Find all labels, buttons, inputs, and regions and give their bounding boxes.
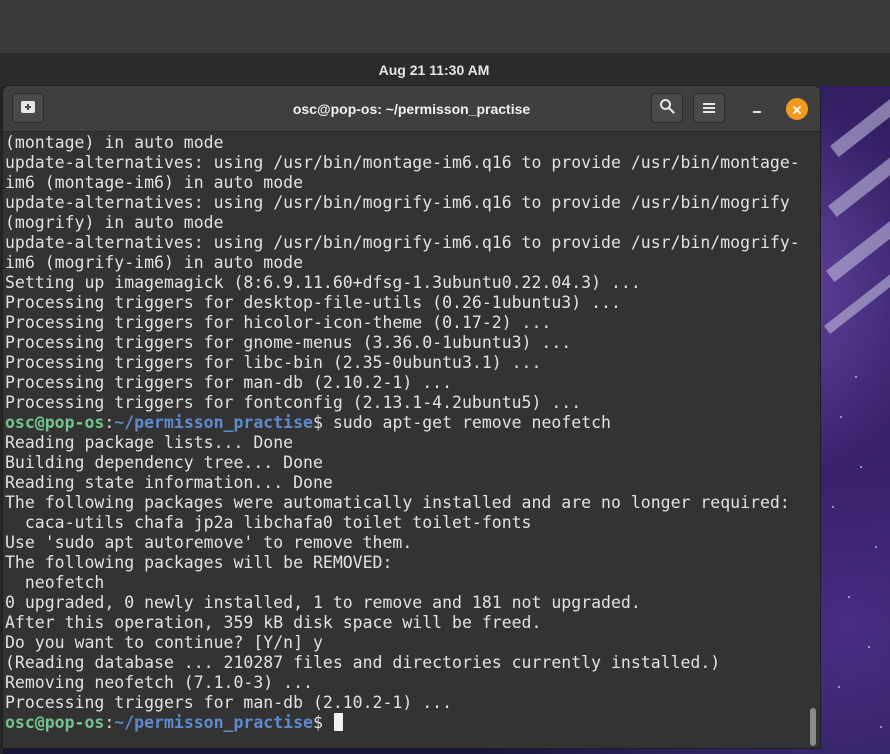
terminal-line: Processing triggers for hicolor-icon-the… xyxy=(5,313,800,333)
output-text: Setting up imagemagick (8:6.9.11.60+dfsg… xyxy=(5,273,641,292)
output-text: Reading package lists... Done xyxy=(5,433,294,452)
top-strip xyxy=(0,0,890,53)
output-text: Processing triggers for gnome-menus (3.3… xyxy=(5,333,572,352)
prompt-user: osc@pop-os xyxy=(5,713,105,732)
prompt-separator: : xyxy=(104,713,115,732)
output-text: neofetch xyxy=(5,573,105,592)
terminal-line: The following packages will be REMOVED: xyxy=(5,553,800,573)
prompt-separator: : xyxy=(104,413,115,432)
text-cursor xyxy=(333,713,343,731)
output-text: im6 (mogrify-im6) in auto mode xyxy=(5,253,304,272)
terminal-line: Processing triggers for gnome-menus (3.3… xyxy=(5,333,800,353)
output-text: (mogrify) in auto mode xyxy=(5,213,224,232)
terminal-line: The following packages were automaticall… xyxy=(5,493,800,513)
output-text: The following packages will be REMOVED: xyxy=(5,553,393,572)
terminal-line: After this operation, 359 kB disk space … xyxy=(5,613,800,633)
hamburger-menu-icon xyxy=(702,99,716,118)
output-text: Processing triggers for desktop-file-uti… xyxy=(5,293,621,312)
prompt-symbol: $ xyxy=(312,713,333,732)
output-text: Use 'sudo apt autoremove' to remove them… xyxy=(5,533,413,552)
menu-button[interactable] xyxy=(693,93,725,123)
terminal-line: (Reading database ... 210287 files and d… xyxy=(5,653,800,673)
terminal-line: Building dependency tree... Done xyxy=(5,453,800,473)
terminal-line: Processing triggers for desktop-file-uti… xyxy=(5,293,800,313)
terminal-line: update-alternatives: using /usr/bin/mont… xyxy=(5,153,800,173)
output-text: caca-utils chafa jp2a libchafa0 toilet t… xyxy=(5,513,532,532)
output-text: Processing triggers for man-db (2.10.2-1… xyxy=(5,373,453,392)
terminal-line: Do you want to continue? [Y/n] y xyxy=(5,633,800,653)
output-text: Processing triggers for fontconfig (2.13… xyxy=(5,393,582,412)
terminal-line: 0 upgraded, 0 newly installed, 1 to remo… xyxy=(5,593,800,613)
terminal-line: im6 (montage-im6) in auto mode xyxy=(5,173,800,193)
new-tab-icon xyxy=(20,99,36,118)
output-text: After this operation, 359 kB disk space … xyxy=(5,613,542,632)
output-text: Processing triggers for hicolor-icon-the… xyxy=(5,313,552,332)
search-button[interactable] xyxy=(651,93,683,123)
terminal-line: Reading package lists... Done xyxy=(5,433,800,453)
terminal-window: osc@pop-os: ~/permisson_practise (montag… xyxy=(3,86,820,748)
output-text: im6 (montage-im6) in auto mode xyxy=(5,173,304,192)
output-text: Do you want to continue? [Y/n] y xyxy=(5,633,323,652)
prompt-path: ~/permisson_practise xyxy=(114,713,313,732)
output-text: update-alternatives: using /usr/bin/mont… xyxy=(5,153,800,172)
output-text: Processing triggers for man-db (2.10.2-1… xyxy=(5,693,453,712)
terminal-line: update-alternatives: using /usr/bin/mogr… xyxy=(5,233,800,253)
output-text: 0 upgraded, 0 newly installed, 1 to remo… xyxy=(5,593,641,612)
output-text: update-alternatives: using /usr/bin/mogr… xyxy=(5,233,800,252)
minimize-icon xyxy=(751,100,763,119)
command-text: sudo apt-get remove neofetch xyxy=(332,413,611,432)
output-text: Reading state information... Done xyxy=(5,473,333,492)
terminal-line: (montage) in auto mode xyxy=(5,133,800,153)
terminal-line: im6 (mogrify-im6) in auto mode xyxy=(5,253,800,273)
new-tab-button[interactable] xyxy=(12,93,44,123)
terminal-output-area[interactable]: (montage) in auto mode update-alternative… xyxy=(3,132,820,748)
close-button[interactable] xyxy=(786,98,808,120)
output-text: The following packages were automaticall… xyxy=(5,493,790,512)
terminal-line: update-alternatives: using /usr/bin/mogr… xyxy=(5,193,800,213)
close-icon xyxy=(792,100,802,119)
search-icon xyxy=(659,98,675,118)
terminal-line: Processing triggers for man-db (2.10.2-1… xyxy=(5,693,800,713)
terminal-line: caca-utils chafa jp2a libchafa0 toilet t… xyxy=(5,513,800,533)
output-text: Building dependency tree... Done xyxy=(5,453,323,472)
terminal-line: (mogrify) in auto mode xyxy=(5,213,800,233)
prompt-path: ~/permisson_practise xyxy=(114,413,313,432)
output-text: Processing triggers for libc-bin (2.35-0… xyxy=(5,353,542,372)
minimize-button[interactable] xyxy=(746,98,768,120)
clock-datetime[interactable]: Aug 21 11:30 AM xyxy=(379,62,490,78)
output-text: (montage) in auto mode xyxy=(5,133,224,152)
prompt-symbol: $ xyxy=(312,413,333,432)
window-headerbar[interactable]: osc@pop-os: ~/permisson_practise xyxy=(3,86,820,132)
terminal-line: Use 'sudo apt autoremove' to remove them… xyxy=(5,533,800,553)
output-text: (Reading database ... 210287 files and d… xyxy=(5,653,721,672)
scrollbar-thumb[interactable] xyxy=(810,708,816,746)
terminal-prompt-line: osc@pop-os:~/permisson_practise$ xyxy=(5,713,800,733)
prompt-user: osc@pop-os xyxy=(5,413,105,432)
terminal-lines: (montage) in auto mode update-alternative… xyxy=(5,133,800,733)
terminal-line: Setting up imagemagick (8:6.9.11.60+dfsg… xyxy=(5,273,800,293)
output-text: Removing neofetch (7.1.0-3) ... xyxy=(5,673,313,692)
terminal-line: Reading state information... Done xyxy=(5,473,800,493)
terminal-line: Processing triggers for man-db (2.10.2-1… xyxy=(5,373,800,393)
terminal-line: neofetch xyxy=(5,573,800,593)
top-panel: Aug 21 11:30 AM xyxy=(0,53,890,86)
terminal-line: Removing neofetch (7.1.0-3) ... xyxy=(5,673,800,693)
terminal-prompt-line: osc@pop-os:~/permisson_practise$ sudo ap… xyxy=(5,413,800,433)
output-text: update-alternatives: using /usr/bin/mogr… xyxy=(5,193,790,212)
terminal-line: Processing triggers for libc-bin (2.35-0… xyxy=(5,353,800,373)
terminal-line: Processing triggers for fontconfig (2.13… xyxy=(5,393,800,413)
